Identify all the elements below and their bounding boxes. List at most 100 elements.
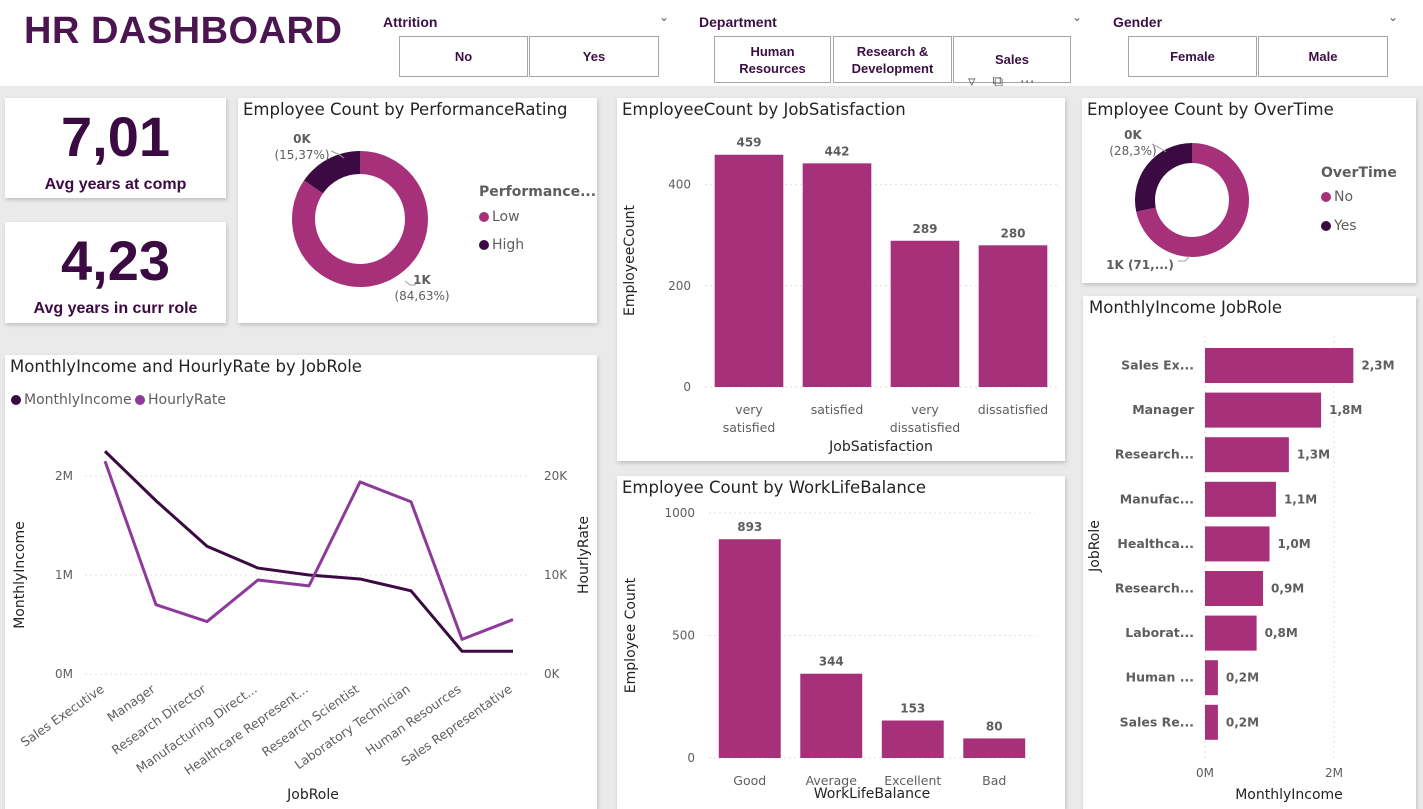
x-axis-label: MonthlyIncome [1235,787,1343,803]
legend-dot [1321,192,1331,202]
kpi-label: Avg years at comp [44,176,187,193]
x-tick-label: Sales Executive [18,681,107,750]
attrition-option-no[interactable]: No [399,36,528,77]
x-tick-label: dissatisfied [978,402,1048,417]
legend-label: High [492,237,525,253]
x-tick-label: 0M [1196,766,1214,780]
y-tick-label: 0 [683,380,691,394]
job-satisfaction-bar-card[interactable]: EmployeeCount by JobSatisfaction 0 200 400… [617,98,1065,461]
x-axis-label: WorkLifeBalance [814,786,931,802]
y-tick-label: 500 [672,629,695,643]
bar [890,240,960,387]
y-tick-label: Sales Re... [1120,714,1194,729]
y-tick-label: 1000 [664,506,695,520]
department-chevron-down-icon[interactable]: ⌄ [1072,10,1082,24]
gender-chevron-down-icon[interactable]: ⌄ [1388,10,1398,24]
bar [714,154,784,387]
bar [963,738,1026,758]
series-line-hourlyrate [103,460,514,641]
performance-donut-chart: 1K(84,63%)0K(15,37%) [274,132,449,303]
work-life-balance-bar-chart: 05001000893Good344Average153Excellent80B… [623,506,1035,802]
legend-dot [479,240,489,250]
data-label: (84,63%) [394,289,449,303]
y-tick-label: Healthca... [1117,536,1194,551]
bar [802,163,872,387]
data-label: 0,2M [1226,715,1259,729]
data-label: 280 [1000,226,1025,240]
gender-slicer-title: Gender [1113,14,1163,30]
data-label: 0K [293,132,311,146]
data-label: 0,2M [1226,671,1259,685]
y-tick-label: 200 [668,279,691,293]
legend-label: Yes [1334,218,1357,234]
attrition-chevron-down-icon[interactable]: ⌄ [659,10,669,24]
bar [978,245,1048,387]
focus-mode-icon[interactable]: ⧉ [992,72,1003,90]
monthly-income-jobrole-card[interactable]: MonthlyIncome JobRole 0M 2M 2,3M Sales Ex..… [1083,296,1416,809]
x-axis-label: JobRole [286,787,339,803]
legend-item-high[interactable]: High [479,237,524,253]
series-line-monthlyincome [103,450,513,653]
work-life-balance-bar-card[interactable]: Employee Count by WorkLifeBalance 0 500 10… [617,476,1065,809]
y-tick-label: Research... [1115,447,1194,462]
x-tick-label: 2M [1325,766,1343,780]
bar [1205,348,1354,383]
legend-dot [1321,221,1331,231]
data-label: 2,3M [1361,359,1394,373]
y2-tick-label: 20K [544,469,568,483]
y-tick-label: 400 [668,178,691,192]
department-option-research-development[interactable]: Research & Development [833,36,952,83]
data-label: 459 [736,136,761,150]
bar [1205,481,1276,517]
data-label: 153 [900,702,925,716]
legend-item-low[interactable]: Low [479,209,520,225]
data-label: 0K [1124,128,1142,142]
kpi-card-avg-years-in-curr-role[interactable]: 4,23 Avg years in curr role [5,222,226,323]
y-tick-label: 2M [55,469,73,483]
performance-rating-donut-card[interactable]: Employee Count by PerformanceRating 1K (8… [238,98,597,323]
gender-option-female[interactable]: Female [1128,36,1257,77]
income-hourlyrate-line-card[interactable]: MonthlyIncome and HourlyRate by JobRole … [5,355,597,809]
y-axis-label: EmployeeCount [622,205,638,316]
visual-header-icons: ▿ ⧉ ⋯ [968,72,1035,90]
legend-label: No [1334,189,1354,205]
data-label: 289 [912,222,937,236]
x-tick-label: satisfied [811,402,864,417]
attrition-option-yes[interactable]: Yes [529,36,659,77]
x-tick-label: dissatisfied [890,420,960,435]
x-tick-label: very [911,402,939,417]
x-tick-label: very [735,402,763,417]
overtime-donut-card[interactable]: Employee Count by OverTime 1K (71,...) 0K… [1082,98,1416,283]
legend-item-no[interactable]: No [1321,189,1353,205]
data-label: 1,3M [1297,448,1330,462]
kpi-card-avg-years-at-comp[interactable]: 7,01 Avg years at comp [5,98,226,198]
legend-title: OverTime [1321,165,1397,181]
y-axis-label: Employee Count [623,577,639,693]
data-label: 344 [819,655,844,669]
y-axis-label: MonthlyIncome [12,521,28,629]
data-label: 1,0M [1278,537,1311,551]
monthly-income-jobrole-bar-chart: 0M 2M 2,3M Sales Ex... 1,8M Manager 1,3M Resear… [1087,336,1395,803]
overtime-donut-chart: 1K (71,...) 0K (28,3%) [1106,128,1249,272]
legend-item-yes[interactable]: Yes [1321,218,1357,234]
department-option-human-resources[interactable]: Human Resources [714,36,831,83]
y-tick-label: 1M [55,568,73,582]
data-label: 1,1M [1284,492,1317,506]
bar [1205,437,1289,473]
x-axis-label: JobSatisfaction [828,439,933,455]
data-label: 893 [737,520,762,534]
department-slicer-title: Department [699,14,777,30]
dashboard-title: HR DASHBOARD [24,10,343,52]
bar [1205,615,1257,651]
gender-option-male[interactable]: Male [1258,36,1388,77]
y2-tick-label: 0K [544,667,561,681]
more-options-icon[interactable]: ⋯ [1020,72,1035,90]
attrition-slicer-title: Attrition [383,14,438,30]
data-label: (28,3%) [1109,144,1156,158]
header-bar: HR DASHBOARD Attrition ⌄ No Yes Departme… [0,0,1423,86]
bar [1205,392,1322,428]
filter-icon[interactable]: ▿ [968,72,976,90]
y-axis-label: JobRole [1087,520,1103,573]
data-label: 1,8M [1329,403,1362,417]
y-tick-label: Sales Ex... [1121,358,1194,373]
